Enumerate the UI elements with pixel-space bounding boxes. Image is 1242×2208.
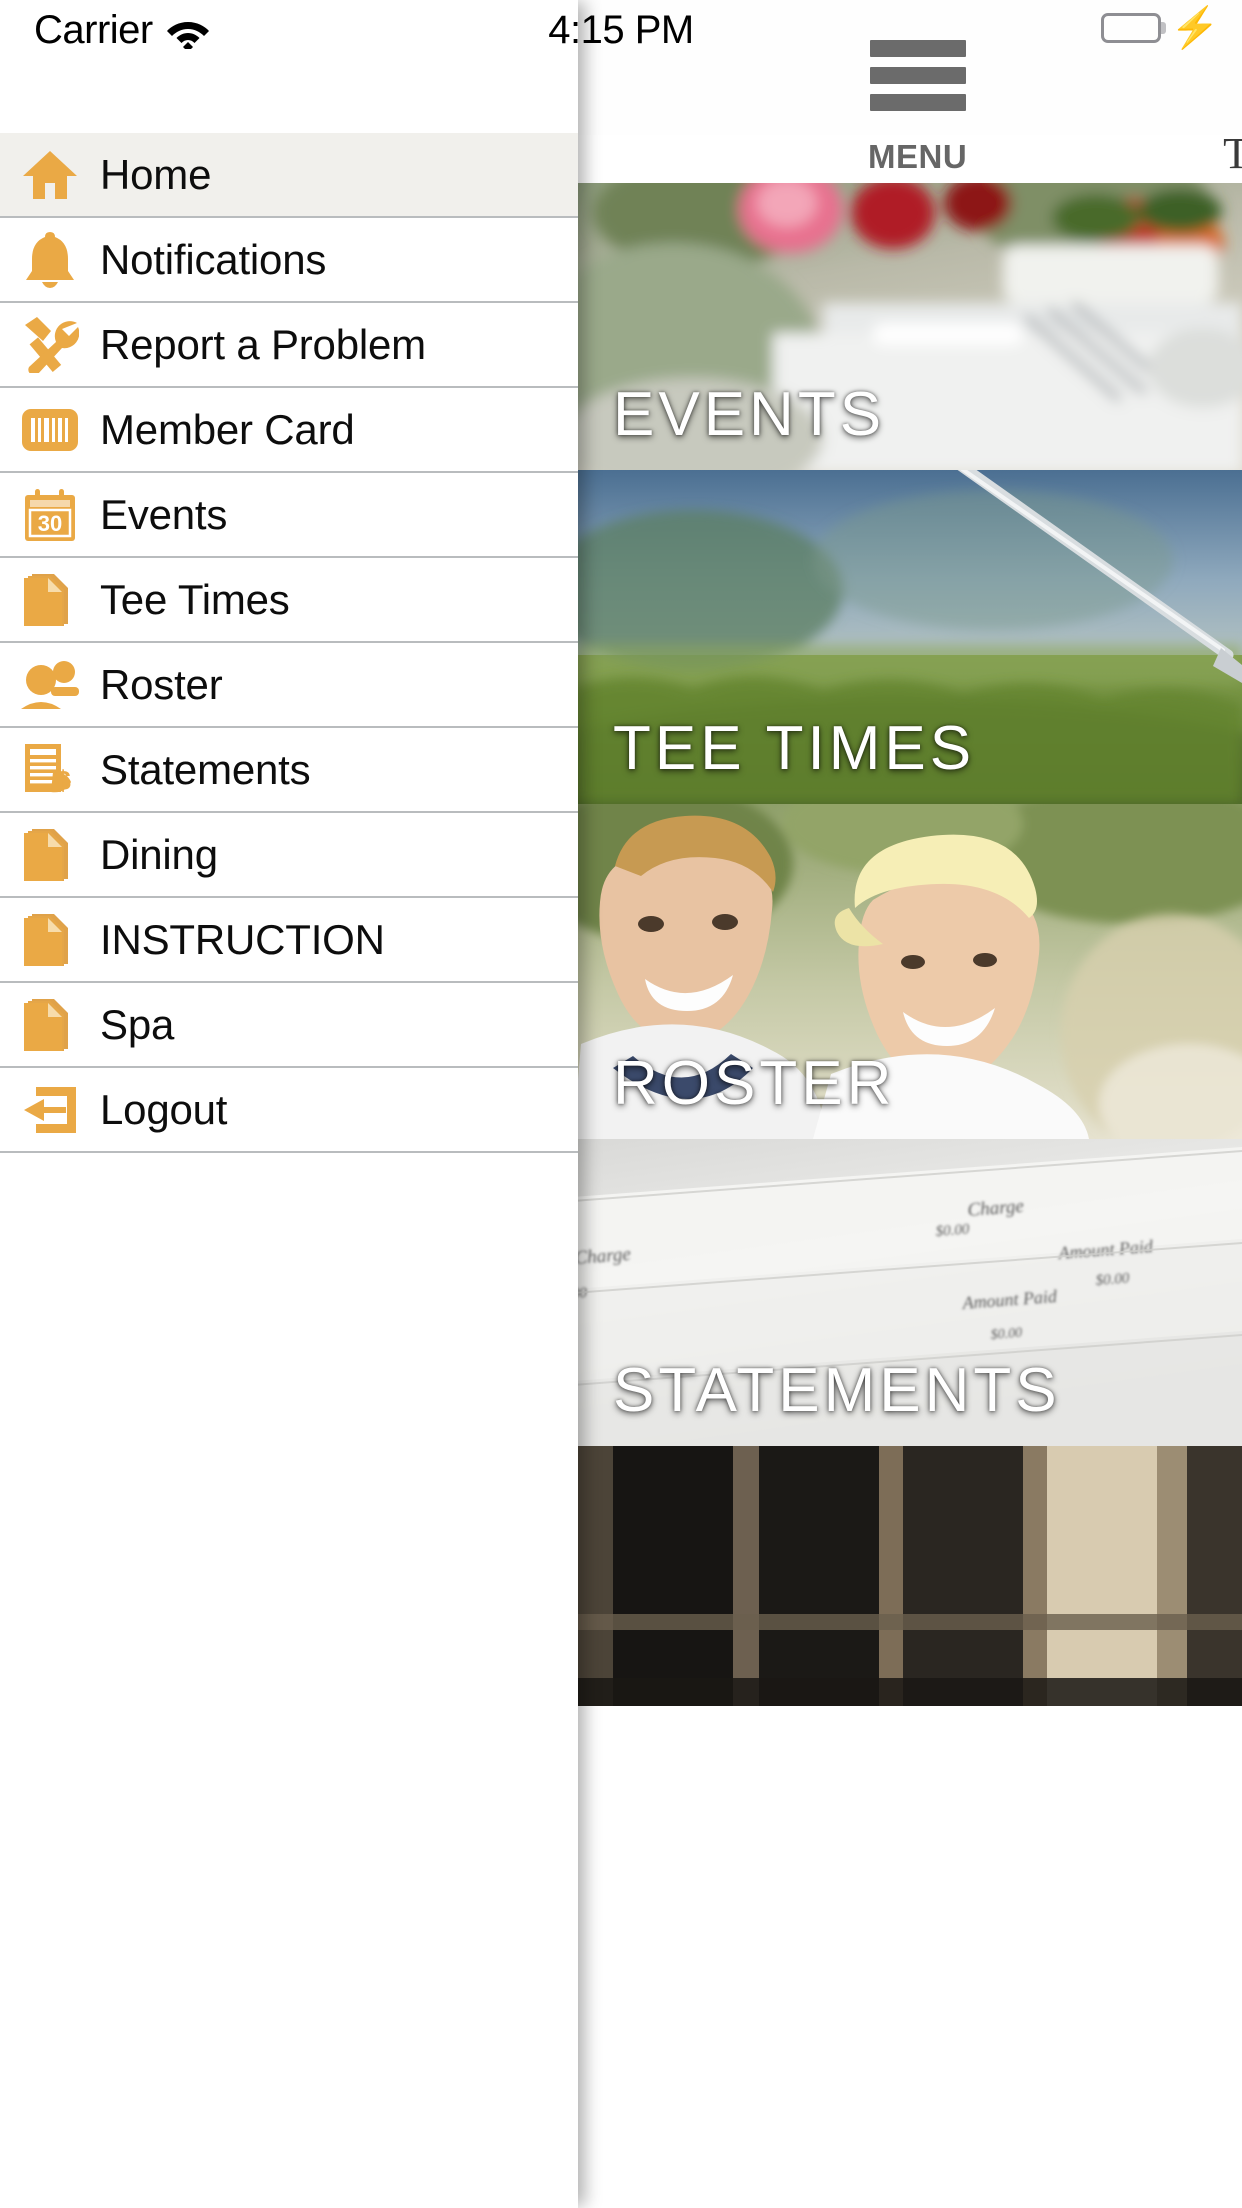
tile-building[interactable] (573, 1446, 1242, 1706)
documents-icon (0, 982, 100, 1067)
svg-text:$0.00: $0.00 (935, 1221, 970, 1240)
calendar-30-icon: 30 (0, 472, 100, 557)
sidebar-item-label: Report a Problem (100, 320, 426, 368)
sidebar-item-label: Home (100, 150, 212, 198)
drawer-header-spacer (0, 0, 578, 133)
sidebar-item-instruction[interactable]: INSTRUCTION (0, 898, 578, 983)
sidebar-item-label: Spa (100, 1000, 175, 1048)
sidebar-item-notifications[interactable]: Notifications (0, 218, 578, 303)
main-content: MENU T EVENTS TEE TIMES ROSTER Charge $0… (573, 0, 1242, 2208)
sidebar-item-label: Logout (100, 1085, 228, 1133)
sidebar-item-label: Events (100, 490, 228, 538)
tile-events[interactable]: EVENTS (573, 183, 1242, 470)
invoice-dollar-icon: $ (0, 727, 100, 812)
app-screen: MENU T EVENTS TEE TIMES ROSTER Charge $0… (0, 0, 1242, 2208)
navigation-drawer: Home Notifications Report a Problem Memb… (0, 0, 578, 2208)
sidebar-item-home[interactable]: Home (0, 133, 578, 218)
tile-statements[interactable]: Charge $0.00 Charge Amount Paid $0.00 0.… (573, 1139, 1242, 1446)
sidebar-item-roster[interactable]: Roster (0, 643, 578, 728)
sidebar-item-label: Notifications (100, 235, 327, 283)
sidebar-item-report-a-problem[interactable]: Report a Problem (0, 303, 578, 388)
barcode-icon (0, 387, 100, 472)
building-interior-photo (573, 1446, 1242, 1706)
tile-roster[interactable]: ROSTER (573, 804, 1242, 1139)
sidebar-item-label: Tee Times (100, 575, 290, 623)
drawer-menu-list: Home Notifications Report a Problem Memb… (0, 133, 578, 1153)
sidebar-item-label: Dining (100, 830, 218, 878)
sidebar-item-statements[interactable]: $ Statements (0, 728, 578, 813)
tile-label: TEE TIMES (613, 714, 976, 783)
svg-text:$0.00: $0.00 (1095, 1270, 1130, 1289)
tools-icon (0, 302, 100, 387)
tile-label: ROSTER (613, 1049, 896, 1118)
sidebar-item-logout[interactable]: Logout (0, 1068, 578, 1153)
people-icon (0, 642, 100, 727)
svg-text:Charge: Charge (967, 1196, 1025, 1221)
tile-tee-times[interactable]: TEE TIMES (573, 470, 1242, 804)
sidebar-item-events[interactable]: 30 Events (0, 473, 578, 558)
sidebar-item-tee-times[interactable]: Tee Times (0, 558, 578, 643)
tile-list: EVENTS TEE TIMES ROSTER Charge $0.00 Cha… (573, 183, 1242, 1706)
page-title: T (1223, 129, 1242, 178)
svg-text:$: $ (55, 765, 71, 796)
home-icon (0, 132, 100, 217)
hamburger-bar (870, 40, 966, 57)
navigation-bar: MENU T (573, 0, 1242, 178)
documents-icon (0, 812, 100, 897)
sidebar-item-dining[interactable]: Dining (0, 813, 578, 898)
hamburger-bar (870, 94, 966, 111)
hamburger-bar (870, 67, 966, 84)
tile-label: STATEMENTS (613, 1356, 1061, 1425)
sidebar-item-member-card[interactable]: Member Card (0, 388, 578, 473)
sidebar-item-label: Statements (100, 745, 311, 793)
hamburger-icon[interactable] (870, 40, 966, 121)
sidebar-item-label: Roster (100, 660, 223, 708)
tile-label: EVENTS (613, 380, 886, 449)
drawer-empty-area (0, 1153, 578, 2053)
sidebar-item-label: INSTRUCTION (100, 915, 385, 963)
bell-icon (0, 217, 100, 302)
sidebar-item-label: Member Card (100, 405, 355, 453)
documents-icon (0, 897, 100, 982)
svg-text:30: 30 (38, 511, 62, 536)
svg-text:$0.00: $0.00 (990, 1326, 1023, 1343)
menu-button-label[interactable]: MENU (868, 138, 967, 176)
svg-text:Charge: Charge (574, 1244, 632, 1269)
sidebar-item-spa[interactable]: Spa (0, 983, 578, 1068)
documents-icon (0, 557, 100, 642)
logout-arrow-icon (0, 1067, 100, 1152)
